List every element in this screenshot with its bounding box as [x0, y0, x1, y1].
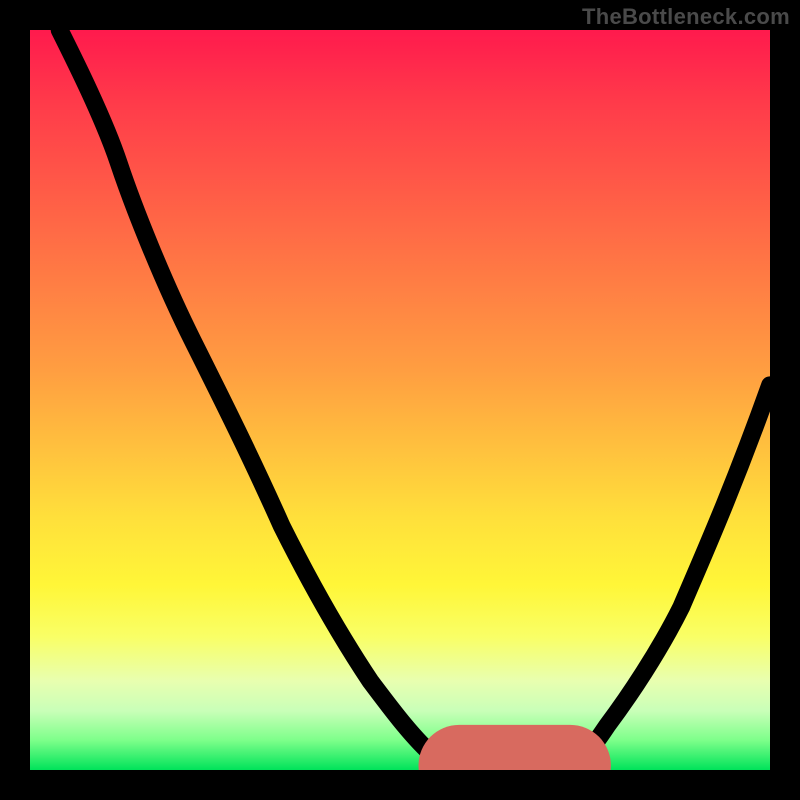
right-curve: [570, 385, 770, 770]
left-curve: [60, 30, 460, 770]
plot-area: [30, 30, 770, 770]
optimal-start-dot: [442, 750, 458, 766]
chart-svg: [30, 30, 770, 770]
chart-frame: TheBottleneck.com: [0, 0, 800, 800]
watermark-text: TheBottleneck.com: [582, 4, 790, 30]
